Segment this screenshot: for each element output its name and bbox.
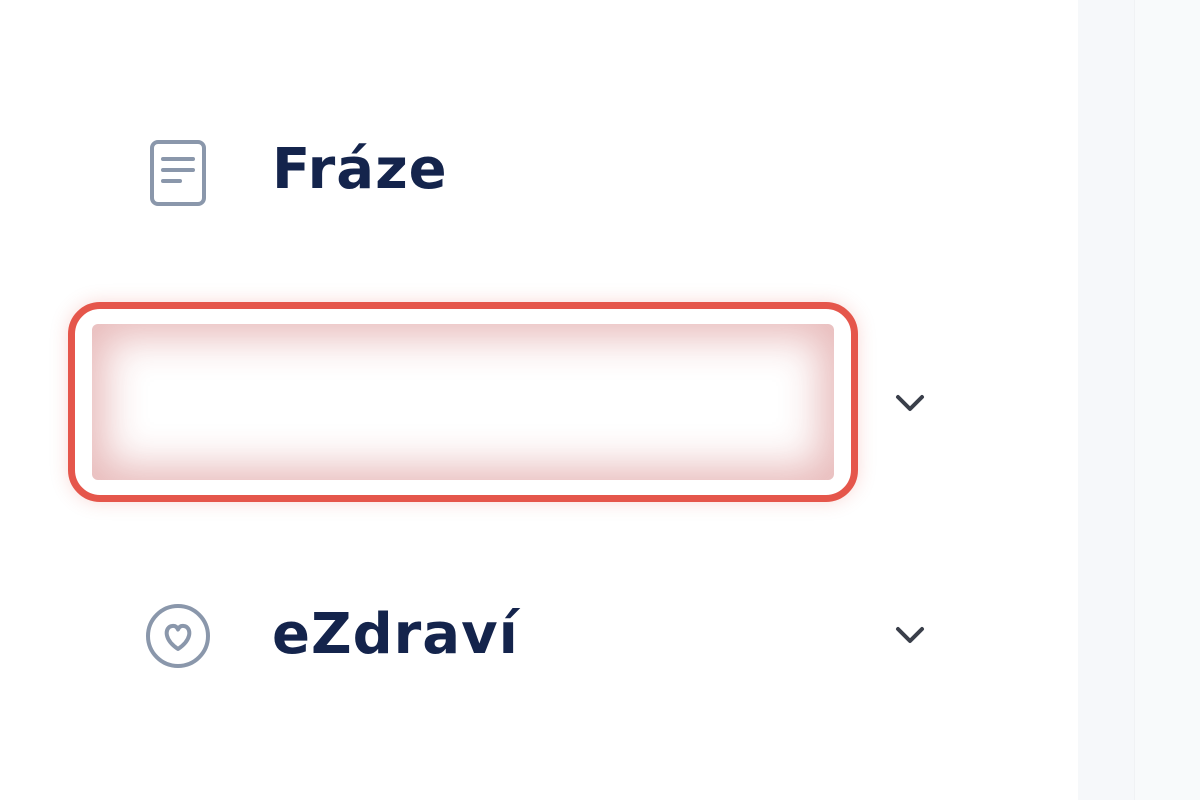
right-panel-edge [1134,0,1200,800]
heart-circle-icon [142,600,214,672]
chevron-down-icon[interactable] [890,615,930,655]
sidebar-item-label: Fakturace [272,368,595,433]
sidebar-item-ezdravi[interactable]: eZdraví [90,560,940,710]
chevron-down-icon[interactable] [890,383,930,423]
sidebar-item-label: Fráze [272,137,448,202]
document-heart-icon [142,365,214,437]
sidebar-item-label: eZdraví [272,602,519,667]
sidebar: Fráze Fakturace eZdraví [0,0,1078,800]
sidebar-item-fakturace[interactable]: Fakturace [90,325,940,479]
sidebar-item-fraze[interactable]: Fráze [90,97,940,247]
document-lines-icon [142,137,214,209]
